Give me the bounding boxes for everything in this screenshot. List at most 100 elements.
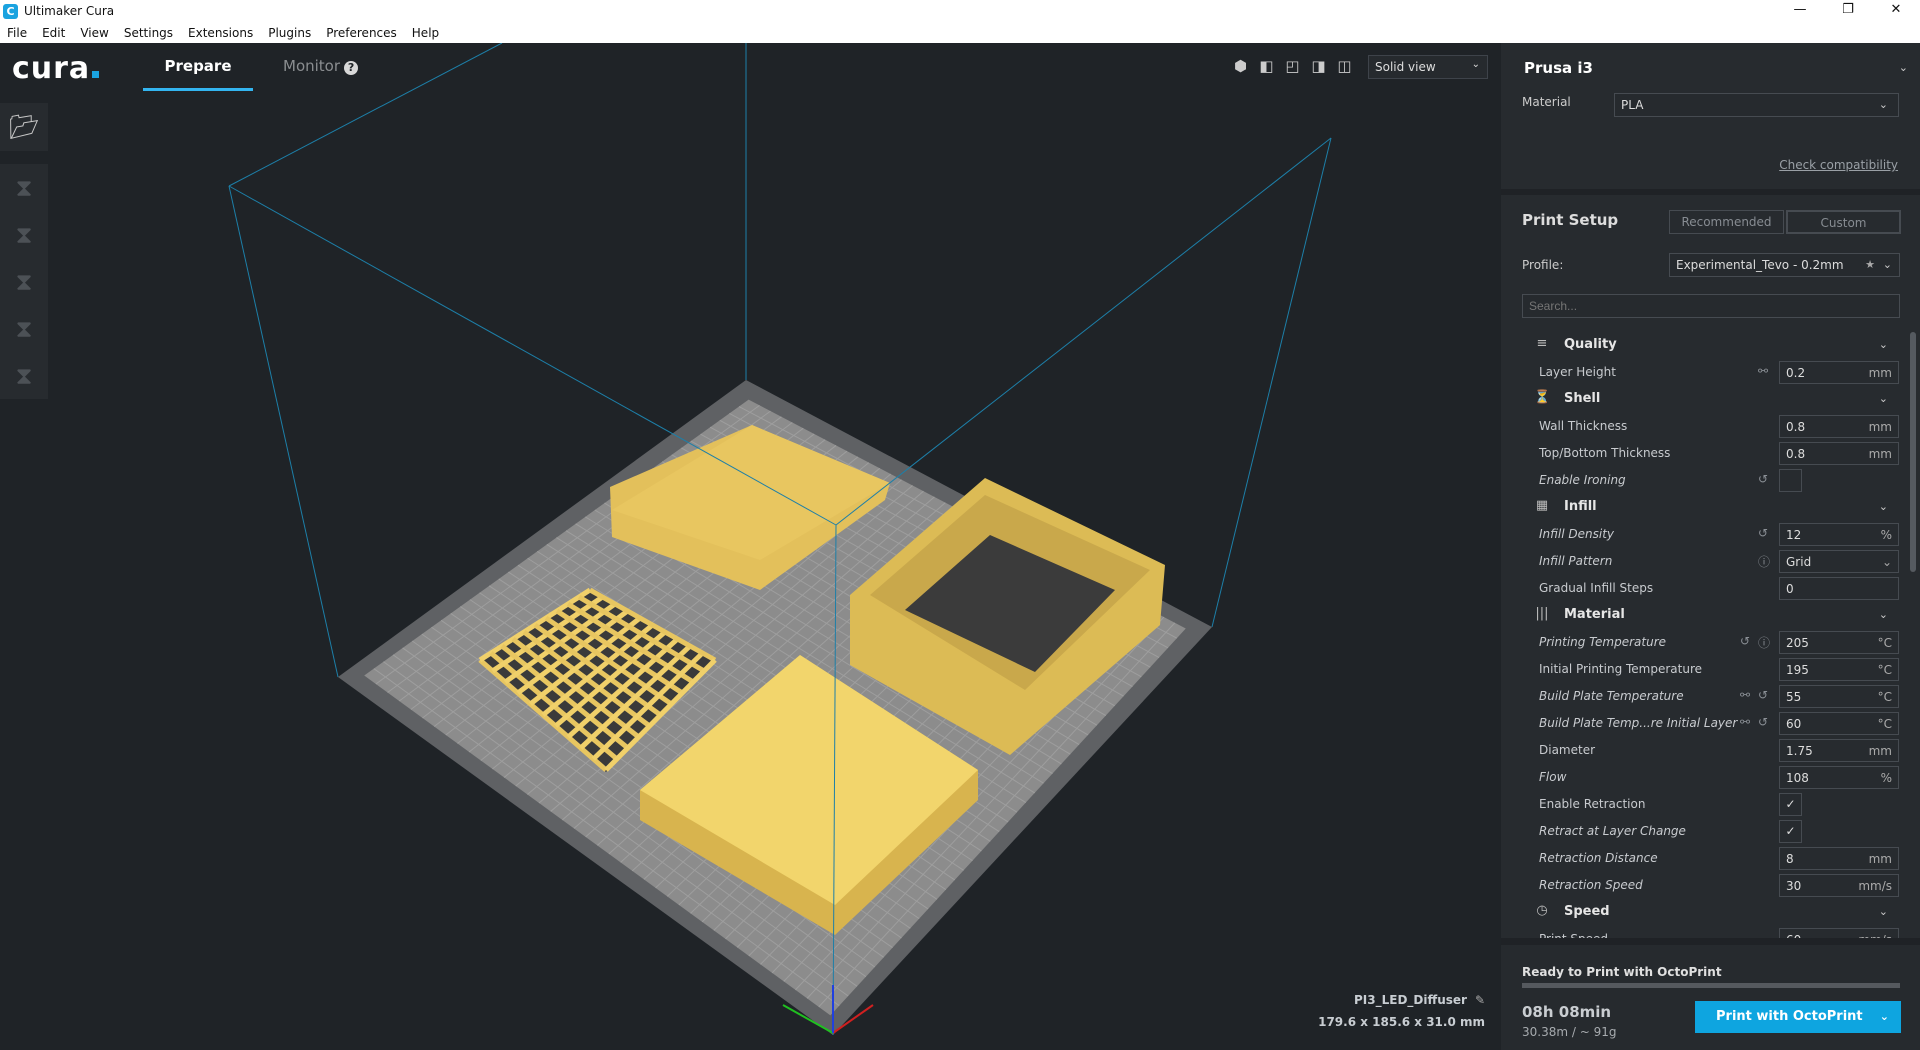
setting-unit: °C [1877,717,1892,731]
menu-settings[interactable]: Settings [124,26,173,40]
setting-checkbox[interactable] [1779,469,1802,492]
star-icon: ★ [1865,258,1875,271]
check-compatibility-link[interactable]: Check compatibility [1779,158,1898,172]
open-file-button[interactable]: 📂︎ [0,103,48,151]
menu-view[interactable]: View [80,26,108,40]
setting-label: Infill Pattern [1539,554,1613,568]
setting-row: Gradual Infill Steps 0 [1501,575,1920,602]
menu-plugins[interactable]: Plugins [268,26,311,40]
setting-input[interactable]: 0.8 mm [1779,442,1899,465]
move-icon: ⧗ [15,173,33,202]
settings-section-speed[interactable]: ◷ Speed ⌄ [1501,899,1920,926]
build-volume-edge [1211,137,1332,628]
setting-checkbox[interactable]: ✓ [1779,793,1802,816]
rotate-tool-button[interactable]: ⧗ [0,258,48,305]
material-dropdown[interactable]: PLA ⌄ [1614,93,1899,117]
info-icon: ⓘ [1758,555,1771,569]
settings-section-infill[interactable]: ▦ Infill ⌄ [1501,494,1920,521]
settings-scrollbar[interactable] [1910,332,1916,572]
setting-row: Retract at Layer Change ✓ [1501,818,1920,845]
reset-icon[interactable]: ↺ [1758,526,1768,540]
setting-input[interactable]: 30 mm/s [1779,874,1899,897]
setting-row: Retraction Distance 8 mm [1501,845,1920,872]
menu-preferences[interactable]: Preferences [326,26,397,40]
section-label: Speed [1564,904,1610,919]
tab-recommended[interactable]: Recommended [1669,210,1784,234]
left-toolbar: 📂︎ ⧗ ⧗ ⧗ ⧗ ⧗ [0,103,48,399]
tab-monitor[interactable]: Monitor? [283,57,359,75]
minimize-button[interactable]: — [1780,0,1820,20]
chevron-down-icon[interactable]: ⌄ [1880,1001,1889,1033]
front-view-icon[interactable]: ◧ [1258,58,1275,75]
shell-icon: ⏳ [1534,390,1551,405]
view-mode-dropdown[interactable]: Solid view ⌄ [1368,55,1488,79]
print-button[interactable]: Print with OctoPrint ⌄ [1695,1001,1901,1033]
setting-input[interactable]: 0.8 mm [1779,415,1899,438]
reset-icon[interactable]: ↺ [1758,472,1768,486]
print-button-label: Print with OctoPrint [1716,1009,1863,1024]
chevron-down-icon: ⌄ [1878,500,1888,513]
setting-input[interactable]: 1.75 mm [1779,739,1899,762]
info-icon: ⓘ [1758,636,1771,650]
per-model-settings-icon: ⧗ [15,361,33,390]
reset-icon[interactable]: ↺ [1740,634,1750,648]
menu-edit[interactable]: Edit [42,26,65,40]
setting-value: 108 [1786,771,1809,785]
setting-unit: °C [1877,636,1892,650]
setting-input[interactable]: 8 mm [1779,847,1899,870]
reset-icon[interactable]: ↺ [1758,715,1768,729]
setting-row: Print Speed60mm/s [1501,926,1920,938]
profile-dropdown[interactable]: Experimental_Tevo - 0.2mm ★ ⌄ [1669,253,1900,277]
3d-view-icon[interactable]: ⬢ [1232,58,1249,75]
move-tool-button[interactable]: ⧗ [0,164,48,211]
settings-search-input[interactable] [1522,294,1900,318]
right-view-icon[interactable]: ◫ [1336,58,1353,75]
chevron-down-icon[interactable]: ⌄ [1899,61,1908,74]
close-button[interactable]: ✕ [1876,0,1916,20]
setting-value: 0.8 [1786,447,1806,461]
setting-value: 8 [1786,852,1794,866]
tab-custom[interactable]: Custom [1786,210,1901,234]
setting-input[interactable]: 195 °C [1779,658,1899,681]
setting-label: Printing Temperature [1539,635,1667,649]
reset-icon[interactable]: ↺ [1758,688,1768,702]
restore-button[interactable]: ❐ [1828,0,1868,20]
setting-input[interactable]: Grid ⌄ [1779,550,1899,573]
menu-file[interactable]: File [7,26,27,40]
setting-label: Retraction Speed [1539,878,1643,892]
setting-input[interactable]: 108% [1779,766,1899,789]
setting-input[interactable]: 205 °C [1779,631,1899,654]
setting-input[interactable]: 55 °C [1779,685,1899,708]
machine-selector[interactable]: Prusa i3 [1524,59,1593,77]
setting-input[interactable]: 0.2 mm [1779,361,1899,384]
setting-input[interactable]: 12% [1779,523,1899,546]
setting-value: 195 [1786,663,1809,677]
per-model-settings-button[interactable]: ⧗ [0,352,48,399]
left-view-icon[interactable]: ◨ [1310,58,1327,75]
tab-prepare[interactable]: Prepare [143,57,253,91]
pencil-icon[interactable]: ✎ [1475,993,1485,1007]
settings-section-material[interactable]: ||| Material ⌄ [1501,602,1920,629]
settings-section-shell[interactable]: ⏳ Shell ⌄ [1501,386,1920,413]
setting-unit: mm [1868,852,1892,866]
object-info: PI3_LED_Diffuser ✎ 179.6 x 185.6 x 31.0 m… [1318,993,1485,1037]
setting-row: Layer Height ⚯ 0.2 mm [1501,359,1920,386]
top-view-icon[interactable]: ◰ [1284,58,1301,75]
setting-input[interactable]: 0 [1779,577,1899,600]
settings-section-quality[interactable]: ≡ Quality ⌄ [1501,332,1920,359]
menu-extensions[interactable]: Extensions [188,26,253,40]
scale-tool-button[interactable]: ⧗ [0,211,48,258]
help-icon[interactable]: ? [344,61,359,75]
setting-input[interactable]: 60 °C [1779,712,1899,735]
build-plate-viewport[interactable] [0,43,1501,1050]
setting-checkbox[interactable]: ✓ [1779,820,1802,843]
link-icon: ⚯ [1740,715,1751,729]
setting-unit: % [1880,528,1892,542]
menu-bar: File Edit View Settings Extensions Plugins Pre… [0,22,1920,43]
mirror-tool-button[interactable]: ⧗ [0,305,48,352]
settings-list: ≡ Quality ⌄ Layer Height ⚯ 0.2 mm ⏳ Shell ⌄ Wall T… [1501,332,1920,938]
menu-help[interactable]: Help [412,26,439,40]
setting-input[interactable]: 60mm/s [1779,928,1899,938]
setting-value: Grid [1786,555,1812,569]
setting-label: Initial Printing Temperature [1539,662,1703,676]
